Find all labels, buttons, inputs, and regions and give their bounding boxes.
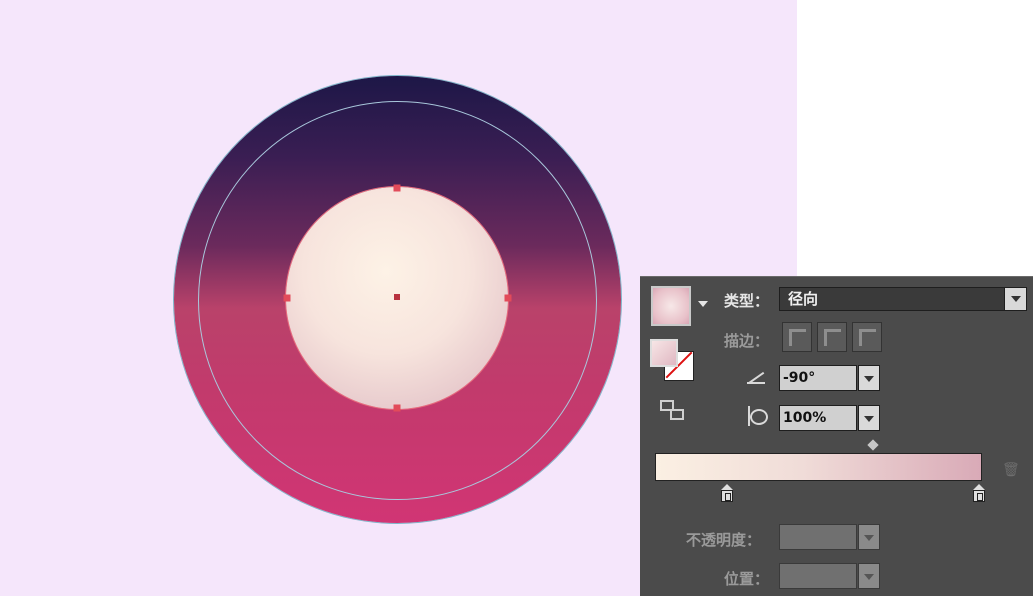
swap-fill-stroke-icon[interactable] bbox=[660, 398, 684, 420]
anchor-point-left[interactable] bbox=[283, 294, 291, 302]
stroke-label: 描边： bbox=[724, 332, 770, 350]
gradient-type-value: 径向 bbox=[788, 290, 819, 308]
gradient-stop-end[interactable] bbox=[973, 484, 985, 502]
fill-stroke-swatch-icon[interactable] bbox=[650, 339, 696, 383]
chevron-down-icon[interactable] bbox=[1004, 288, 1026, 310]
opacity-label: 不透明度： bbox=[686, 531, 762, 549]
anchor-point-bottom[interactable] bbox=[393, 404, 401, 412]
delete-stop-icon[interactable]: 🗑 bbox=[1002, 462, 1020, 478]
gradient-midpoint-handle[interactable] bbox=[867, 439, 879, 451]
stroke-across-button[interactable] bbox=[852, 322, 882, 352]
aspect-ratio-field[interactable]: 100% bbox=[779, 405, 857, 431]
chevron-down-icon[interactable] bbox=[698, 301, 708, 307]
stroke-along-button[interactable] bbox=[817, 322, 847, 352]
anchor-point-top[interactable] bbox=[393, 184, 401, 192]
opacity-dropdown-button[interactable] bbox=[858, 524, 880, 550]
gradient-fill-swatch-icon[interactable] bbox=[651, 286, 691, 326]
angle-icon bbox=[747, 368, 765, 384]
angle-dropdown-button[interactable] bbox=[858, 365, 880, 391]
location-dropdown-button[interactable] bbox=[858, 563, 880, 589]
gradient-type-select[interactable]: 径向 bbox=[779, 287, 1027, 311]
angle-field[interactable]: -90° bbox=[779, 365, 857, 391]
location-field[interactable] bbox=[779, 563, 857, 589]
gradient-slider[interactable] bbox=[655, 453, 982, 481]
anchor-point-right[interactable] bbox=[504, 294, 512, 302]
aspect-ratio-icon bbox=[748, 406, 768, 426]
gradient-stop-start[interactable] bbox=[721, 484, 733, 502]
aspect-ratio-dropdown-button[interactable] bbox=[858, 405, 880, 431]
opacity-field[interactable] bbox=[779, 524, 857, 550]
location-label: 位置： bbox=[724, 570, 770, 588]
gradient-panel: 类型： 径向 描边： -90° 100% 🗑 不透明度： 位置： bbox=[640, 276, 1033, 596]
type-label: 类型： bbox=[724, 292, 770, 310]
stroke-within-button[interactable] bbox=[782, 322, 812, 352]
center-point[interactable] bbox=[394, 294, 400, 300]
